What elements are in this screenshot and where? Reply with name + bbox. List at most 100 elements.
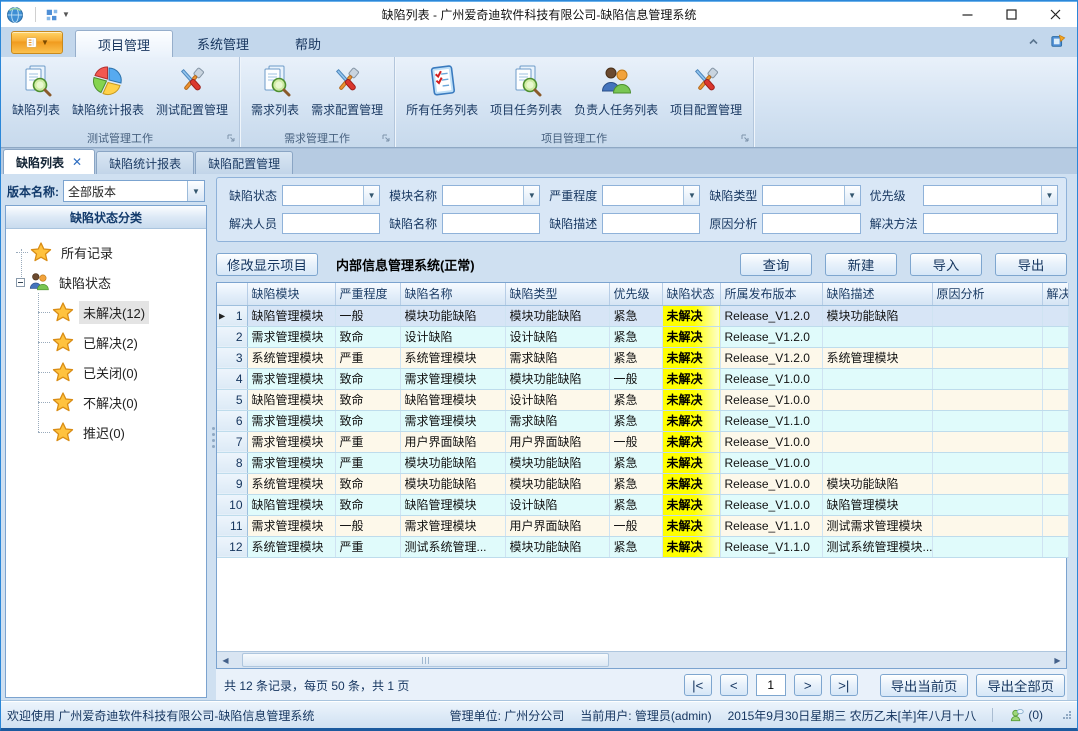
toolbar-button-导入[interactable]: 导入 — [910, 253, 982, 276]
prev-page-button[interactable]: < — [720, 674, 748, 696]
close-button[interactable] — [1033, 2, 1077, 27]
column-header-缺陷描述[interactable]: 缺陷描述 — [822, 283, 932, 305]
tree-node-缺陷状态[interactable]: 缺陷状态 — [16, 267, 206, 297]
chevron-down-icon[interactable]: ▼ — [523, 186, 539, 205]
modify-columns-button[interactable]: 修改显示项目 — [216, 253, 318, 276]
maximize-button[interactable] — [989, 2, 1033, 27]
ribbon-tab-1[interactable]: 项目管理 — [75, 30, 173, 57]
ribbon-button-测试配置管理[interactable]: 测试配置管理 — [151, 61, 233, 120]
application-menu-button[interactable]: ▼ — [11, 31, 63, 54]
resize-grip-icon[interactable] — [1063, 711, 1071, 719]
filter-input-解决人员[interactable] — [282, 213, 380, 234]
column-header-缺陷状态[interactable]: 缺陷状态 — [662, 283, 720, 305]
collapse-node-icon[interactable] — [16, 278, 25, 287]
minimize-button[interactable] — [945, 2, 989, 27]
table-row[interactable]: ▶1缺陷管理模块一般模块功能缺陷模块功能缺陷紧急未解决Release_V1.2.… — [217, 305, 1068, 326]
ribbon-tab-2[interactable]: 系统管理 — [175, 30, 271, 57]
chevron-down-icon[interactable]: ▼ — [844, 186, 860, 205]
table-row[interactable]: 3系统管理模块严重系统管理模块需求缺陷紧急未解决Release_V1.2.0系统… — [217, 347, 1068, 368]
column-header-原因分析[interactable]: 原因分析 — [932, 283, 1042, 305]
column-header-优先级[interactable]: 优先级 — [609, 283, 662, 305]
sidebar-splitter[interactable] — [207, 174, 216, 701]
filter-input-缺陷描述[interactable] — [602, 213, 700, 234]
column-header-解决方法[interactable]: 解决方法 — [1042, 283, 1068, 305]
ribbon-button-项目任务列表[interactable]: 项目任务列表 — [485, 61, 567, 120]
ribbon-button-需求配置管理[interactable]: 需求配置管理 — [306, 61, 388, 120]
tree-node-不解决(0)[interactable]: 不解决(0) — [38, 387, 206, 417]
close-tab-icon[interactable]: ✕ — [72, 156, 82, 168]
filter-select-优先级[interactable]: ▼ — [923, 185, 1058, 206]
last-page-button[interactable]: >| — [830, 674, 858, 696]
document-tab-缺陷列表[interactable]: 缺陷列表✕ — [3, 149, 95, 174]
table-row[interactable]: 5缺陷管理模块致命缺陷管理模块设计缺陷紧急未解决Release_V1.0.0 — [217, 389, 1068, 410]
table-row[interactable]: 4需求管理模块致命需求管理模块模块功能缺陷一般未解决Release_V1.0.0 — [217, 368, 1068, 389]
table-row[interactable]: 2需求管理模块致命设计缺陷设计缺陷紧急未解决Release_V1.2.0 — [217, 326, 1068, 347]
ribbon-button-所有任务列表[interactable]: 所有任务列表 — [401, 61, 483, 120]
filter-input-解决方法[interactable] — [923, 213, 1058, 234]
tree-node-未解决(12)[interactable]: 未解决(12) — [38, 297, 206, 327]
column-header-严重程度[interactable]: 严重程度 — [335, 283, 400, 305]
column-header-缺陷名称[interactable]: 缺陷名称 — [400, 283, 505, 305]
horizontal-scrollbar[interactable]: ◀ ▶ — [217, 651, 1066, 668]
dialog-launcher-icon[interactable] — [381, 133, 391, 143]
table-row[interactable]: 7需求管理模块严重用户界面缺陷用户界面缺陷一般未解决Release_V1.0.0 — [217, 431, 1068, 452]
first-page-button[interactable]: |< — [684, 674, 712, 696]
chevron-down-icon[interactable]: ▼ — [683, 186, 699, 205]
row-number: 10 — [217, 494, 247, 515]
ribbon-button-负责人任务列表[interactable]: 负责人任务列表 — [569, 61, 663, 120]
column-header-缺陷类型[interactable]: 缺陷类型 — [505, 283, 609, 305]
table-row[interactable]: 11需求管理模块一般需求管理模块用户界面缺陷一般未解决Release_V1.1.… — [217, 515, 1068, 536]
document-tab-缺陷配置管理[interactable]: 缺陷配置管理 — [195, 151, 293, 174]
scroll-left-icon[interactable]: ◀ — [217, 652, 234, 668]
quick-access-toolbar[interactable]: ▼ — [41, 6, 74, 24]
people-icon — [599, 64, 633, 98]
scrollbar-track[interactable] — [234, 652, 1049, 668]
collapse-ribbon-icon[interactable] — [1027, 36, 1040, 50]
window-title: 缺陷列表 - 广州爱奇迪软件科技有限公司-缺陷信息管理系统 — [1, 6, 1077, 23]
ribbon-button-需求列表[interactable]: 需求列表 — [246, 61, 304, 120]
tree-node-所有记录[interactable]: 所有记录 — [16, 237, 206, 267]
chevron-down-icon[interactable]: ▼ — [187, 181, 204, 201]
help-icon[interactable] — [1050, 33, 1067, 52]
column-header-所属发布版本[interactable]: 所属发布版本 — [720, 283, 822, 305]
table-row[interactable]: 12系统管理模块严重测试系统管理...模块功能缺陷紧急未解决Release_V1… — [217, 536, 1068, 557]
messages-indicator[interactable]: (0) — [1009, 708, 1043, 723]
star-icon — [52, 421, 74, 443]
filter-select-缺陷状态[interactable]: ▼ — [282, 185, 380, 206]
dialog-launcher-icon[interactable] — [740, 133, 750, 143]
ribbon-button-缺陷列表[interactable]: 缺陷列表 — [7, 61, 65, 120]
scrollbar-thumb[interactable] — [242, 653, 609, 667]
tree-node-推迟(0)[interactable]: 推迟(0) — [38, 417, 206, 447]
export-current-page-button[interactable]: 导出当前页 — [880, 674, 969, 697]
tree-node-已关闭(0)[interactable]: 已关闭(0) — [38, 357, 206, 387]
filter-select-严重程度[interactable]: ▼ — [602, 185, 700, 206]
filter-panel: 缺陷状态▼模块名称▼严重程度▼缺陷类型▼优先级▼解决人员缺陷名称缺陷描述原因分析… — [216, 177, 1067, 242]
document-tab-缺陷统计报表[interactable]: 缺陷统计报表 — [96, 151, 194, 174]
ribbon-button-缺陷统计报表[interactable]: 缺陷统计报表 — [67, 61, 149, 120]
row-number: 6 — [217, 410, 247, 431]
table-row[interactable]: 8需求管理模块严重模块功能缺陷模块功能缺陷紧急未解决Release_V1.0.0 — [217, 452, 1068, 473]
chevron-down-icon[interactable]: ▼ — [1041, 186, 1057, 205]
table-row[interactable]: 10缺陷管理模块致命缺陷管理模块设计缺陷紧急未解决Release_V1.0.0缺… — [217, 494, 1068, 515]
export-all-pages-button[interactable]: 导出全部页 — [976, 674, 1065, 697]
table-cell: 用户界面缺陷 — [505, 515, 609, 536]
toolbar-button-查询[interactable]: 查询 — [740, 253, 812, 276]
page-number-input[interactable] — [756, 674, 786, 696]
ribbon-tab-3[interactable]: 帮助 — [273, 30, 343, 57]
version-select[interactable]: 全部版本 ▼ — [63, 180, 205, 202]
tree-node-已解决(2)[interactable]: 已解决(2) — [38, 327, 206, 357]
toolbar-button-导出[interactable]: 导出 — [995, 253, 1067, 276]
next-page-button[interactable]: > — [794, 674, 822, 696]
filter-input-缺陷名称[interactable] — [442, 213, 540, 234]
filter-select-模块名称[interactable]: ▼ — [442, 185, 540, 206]
filter-input-原因分析[interactable] — [762, 213, 860, 234]
column-header-缺陷模块[interactable]: 缺陷模块 — [247, 283, 335, 305]
chevron-down-icon[interactable]: ▼ — [363, 186, 379, 205]
table-row[interactable]: 6需求管理模块致命需求管理模块需求缺陷紧急未解决Release_V1.1.0 — [217, 410, 1068, 431]
toolbar-button-新建[interactable]: 新建 — [825, 253, 897, 276]
ribbon-button-项目配置管理[interactable]: 项目配置管理 — [665, 61, 747, 120]
dialog-launcher-icon[interactable] — [226, 133, 236, 143]
scroll-right-icon[interactable]: ▶ — [1049, 652, 1066, 668]
filter-select-缺陷类型[interactable]: ▼ — [762, 185, 860, 206]
table-row[interactable]: 9系统管理模块致命模块功能缺陷模块功能缺陷紧急未解决Release_V1.0.0… — [217, 473, 1068, 494]
